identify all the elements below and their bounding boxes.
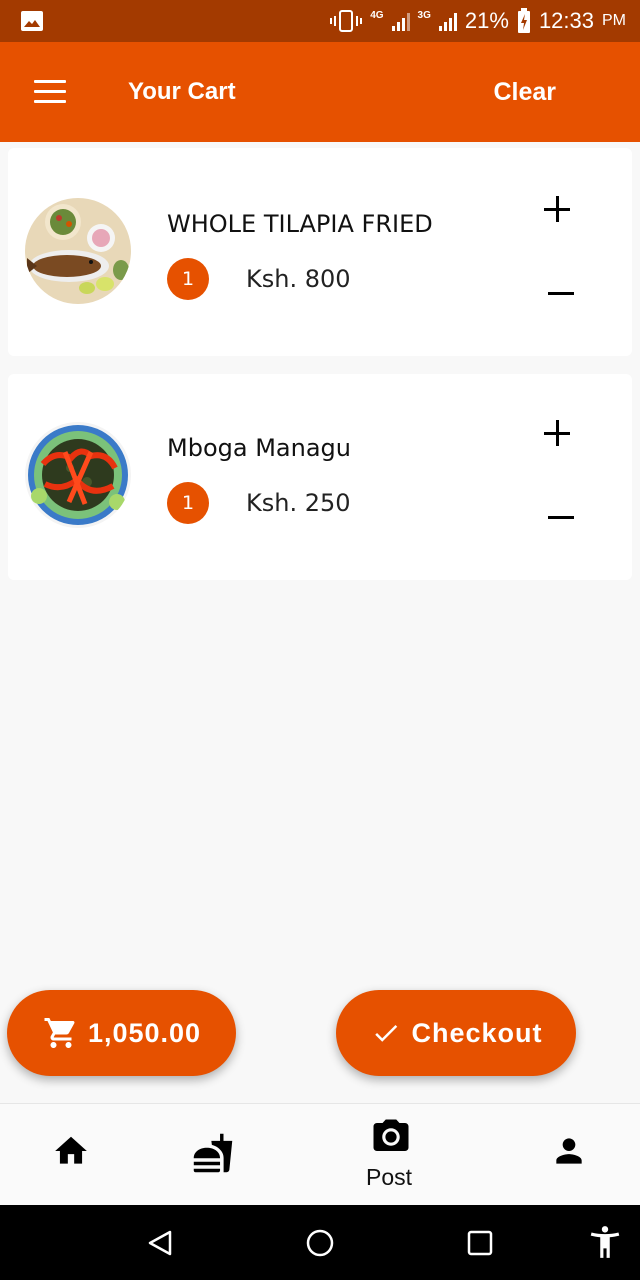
- cart-icon: [44, 1018, 75, 1048]
- accessibility-icon[interactable]: [586, 1223, 624, 1261]
- item-price: Ksh. 250: [246, 489, 351, 517]
- recents-icon[interactable]: [467, 1230, 493, 1256]
- cart-total-amount: 1,050.00: [87, 1017, 202, 1048]
- vibrate-icon: [330, 10, 363, 32]
- checkout-button[interactable]: Checkout: [336, 990, 576, 1076]
- battery-percent: 21%: [464, 8, 509, 33]
- gallery-icon: [21, 11, 43, 31]
- quantity-badge: 1: [167, 482, 209, 524]
- tilapia-dish-image: [25, 198, 131, 304]
- increase-quantity-button[interactable]: [540, 416, 576, 452]
- item-name: Mboga Managu: [167, 434, 351, 462]
- app-bar: Your Cart Clear: [0, 42, 640, 142]
- page-title: Your Cart: [128, 78, 236, 105]
- increase-quantity-button[interactable]: [540, 192, 576, 228]
- checkout-label: Checkout: [411, 1017, 543, 1048]
- cart-total-button[interactable]: 1,050.00: [7, 990, 236, 1076]
- person-icon[interactable]: [550, 1132, 588, 1170]
- network-4g-label: 4G: [370, 10, 384, 21]
- status-indicators: 4G 3G 21% 12:33 PM: [330, 0, 626, 42]
- battery-charging-icon: [517, 8, 530, 33]
- item-name: WHOLE TILAPIA FRIED: [167, 210, 433, 238]
- signal-4g-icon: [391, 11, 410, 31]
- quantity-badge: 1: [167, 258, 209, 300]
- status-bar: 4G 3G 21% 12:33 PM: [0, 0, 640, 42]
- check-icon: [375, 1024, 398, 1042]
- back-icon[interactable]: [146, 1229, 174, 1257]
- system-navigation-bar: [0, 1205, 640, 1280]
- home-icon[interactable]: [52, 1132, 90, 1170]
- signal-3g-icon: [438, 11, 457, 31]
- cart-item: WHOLE TILAPIA FRIED 1 Ksh. 800: [8, 148, 632, 356]
- managu-dish-image: [25, 422, 131, 528]
- decrease-quantity-button[interactable]: [540, 500, 576, 536]
- bottom-navigation: Post: [0, 1103, 640, 1205]
- cart-item: Mboga Managu 1 Ksh. 250: [8, 374, 632, 580]
- network-3g-label: 3G: [417, 10, 431, 21]
- item-price: Ksh. 800: [246, 265, 351, 293]
- clock: 12:33: [538, 8, 594, 33]
- clear-cart-button[interactable]: Clear: [493, 78, 556, 107]
- camera-icon[interactable]: [370, 1116, 412, 1158]
- decrease-quantity-button[interactable]: [540, 276, 576, 312]
- menu-icon[interactable]: [34, 80, 66, 104]
- fastfood-icon[interactable]: [192, 1132, 234, 1174]
- home-circle-icon[interactable]: [305, 1228, 335, 1258]
- clock-ampm: PM: [602, 12, 626, 29]
- nav-post-label[interactable]: Post: [366, 1164, 412, 1191]
